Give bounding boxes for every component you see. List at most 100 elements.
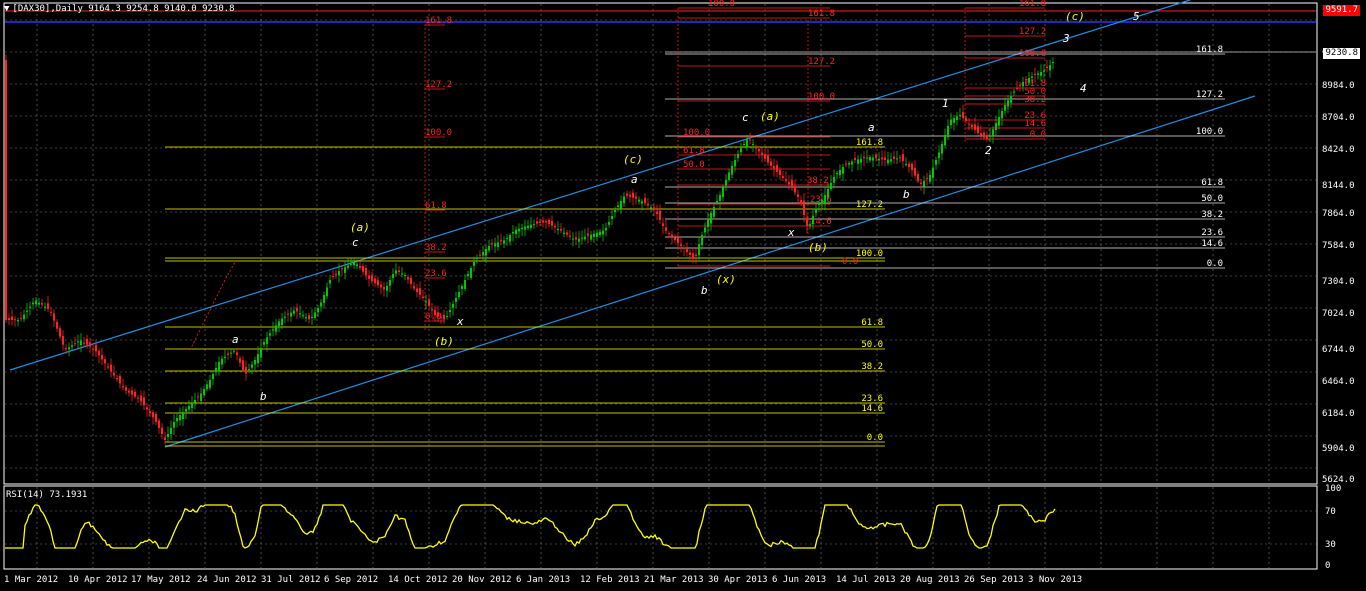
- candle-body: [269, 333, 271, 336]
- date-axis-label: 17 May 2012: [131, 575, 191, 585]
- candle-body: [110, 364, 112, 372]
- candle-body: [1043, 70, 1045, 72]
- chart-window[interactable]: 9264.08984.08704.08424.08144.07864.07584…: [0, 0, 1366, 591]
- candle-body: [728, 172, 730, 180]
- candle-body: [908, 163, 910, 167]
- fib-label: 61.8: [683, 146, 705, 156]
- date-axis-label: 30 Apr 2013: [708, 575, 768, 585]
- candle-body: [425, 301, 427, 303]
- candle-body: [218, 362, 220, 372]
- wave-label: 4: [1080, 82, 1087, 95]
- wave-label: b: [903, 188, 910, 201]
- candle-body: [635, 196, 637, 199]
- candle-body: [563, 232, 565, 234]
- candle-body: [29, 306, 31, 308]
- candle-body: [344, 267, 346, 273]
- candle-body: [992, 129, 994, 136]
- candle-body: [920, 182, 922, 184]
- candle-body: [434, 309, 436, 315]
- candle-body: [134, 391, 136, 397]
- candle-body: [470, 268, 472, 278]
- candle-body: [971, 124, 973, 127]
- candle-body: [365, 268, 367, 276]
- wave-label: c: [742, 111, 749, 124]
- candle-body: [272, 329, 274, 331]
- wave-label: 3: [1062, 32, 1070, 45]
- candle-body: [911, 163, 913, 170]
- candle-body: [791, 180, 793, 188]
- candle-body: [644, 197, 646, 204]
- candle-body: [1019, 84, 1021, 86]
- candle-body: [329, 280, 331, 284]
- fib-label: 38.2: [425, 243, 447, 253]
- fib-label: 38.2: [807, 176, 829, 186]
- candle-body: [197, 396, 199, 398]
- rsi-axis-label: 0: [1325, 561, 1330, 571]
- wave-label: (b): [808, 241, 828, 254]
- candle-body: [92, 348, 94, 350]
- date-axis-label: 20 Aug 2013: [900, 575, 960, 585]
- candle-body: [8, 317, 10, 320]
- candle-body: [326, 287, 328, 297]
- candle-body: [350, 264, 352, 266]
- candle-body: [806, 217, 808, 227]
- candle-body: [164, 437, 166, 440]
- candle-body: [857, 159, 859, 164]
- date-axis-label: 31 Jul 2012: [261, 575, 321, 585]
- fib-label: 0.0: [1030, 130, 1046, 140]
- candle-body: [200, 393, 202, 401]
- candle-body: [83, 342, 85, 344]
- marker-price-box: 9591.7: [1323, 5, 1360, 16]
- candle-body: [23, 314, 25, 320]
- candle-body: [938, 152, 940, 159]
- candle-body: [776, 165, 778, 172]
- candle-body: [602, 230, 604, 235]
- fib-label: 100.0: [1019, 49, 1046, 59]
- candle-body: [671, 234, 673, 237]
- current-price-box: 9230.8: [1323, 48, 1360, 59]
- candle-body: [1034, 74, 1036, 76]
- wave-label: b: [260, 390, 267, 403]
- price-chart[interactable]: 9264.08984.08704.08424.08144.07864.07584…: [0, 0, 1366, 591]
- candle-body: [212, 374, 214, 380]
- candle-body: [566, 232, 568, 235]
- candle-body: [782, 176, 784, 178]
- candle-body: [419, 288, 421, 295]
- candle-body: [656, 211, 658, 214]
- candle-body: [44, 306, 46, 308]
- candle-body: [1052, 62, 1054, 63]
- wave-label: 5: [1133, 10, 1140, 23]
- candle-body: [638, 199, 640, 202]
- candle-body: [449, 310, 451, 313]
- fib-label: 100.0: [808, 92, 835, 102]
- candle-body: [68, 347, 70, 350]
- fib-label: 38.2: [1024, 95, 1046, 105]
- candle-body: [143, 397, 145, 406]
- candle-body: [50, 311, 52, 313]
- fib-label: 100.0: [708, 0, 735, 9]
- candle-body: [467, 274, 469, 277]
- candle-body: [158, 420, 160, 428]
- candle-body: [764, 153, 766, 159]
- rsi-axis-label: 100: [1325, 484, 1341, 494]
- candle-body: [875, 154, 877, 159]
- candle-body: [719, 195, 721, 201]
- collapse-triangle-icon[interactable]: ▼: [4, 4, 9, 14]
- candle-body: [524, 226, 526, 230]
- channel-upper: [9, 0, 1191, 371]
- candle-body: [374, 278, 376, 284]
- fib-label: 50.0: [861, 340, 883, 350]
- candle-body: [752, 144, 754, 145]
- candle-body: [887, 159, 889, 164]
- candle-body: [401, 273, 403, 275]
- candle-body: [986, 135, 988, 140]
- candle-body: [176, 418, 178, 422]
- candle-body: [788, 182, 790, 184]
- date-axis-label: 10 Apr 2012: [68, 575, 128, 585]
- candle-body: [242, 360, 244, 370]
- candle-body: [503, 240, 505, 244]
- candle-body: [914, 167, 916, 176]
- candle-body: [917, 173, 919, 182]
- candle-body: [893, 156, 895, 159]
- candle-body: [221, 358, 223, 365]
